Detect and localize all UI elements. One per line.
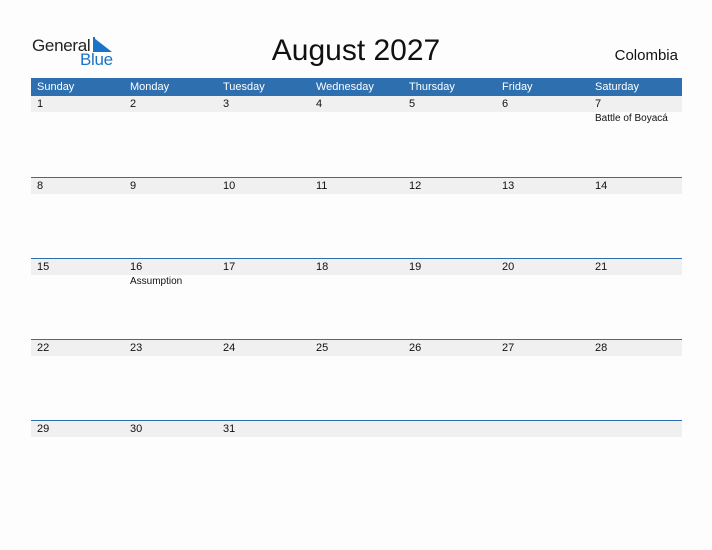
day-number: 21: [595, 261, 608, 273]
holiday-label: [403, 112, 496, 125]
day-number: 22: [37, 342, 50, 354]
day-number: 12: [409, 180, 422, 192]
holiday-label: [496, 112, 589, 125]
day-number: 15: [37, 261, 50, 273]
holiday-label: [31, 112, 124, 125]
day-number: 19: [409, 261, 422, 273]
day-number: [589, 421, 682, 437]
day-number: 10: [223, 180, 236, 192]
day-number: 11: [316, 180, 328, 192]
events-row: Battle of Boyacá: [31, 112, 682, 125]
week-row: 1 2 3 4 5 6 7 Battle of Boyacá: [31, 96, 682, 177]
events-row: Assumption: [31, 275, 682, 288]
day-number: 28: [595, 342, 608, 354]
weekday-tuesday: Tuesday: [223, 81, 265, 93]
weekday-saturday: Saturday: [595, 81, 640, 93]
day-number: 16: [130, 261, 143, 273]
day-number: 1: [37, 98, 44, 110]
day-number: [403, 421, 496, 437]
day-number: [496, 421, 589, 437]
day-number: 9: [130, 180, 137, 192]
weekday-sunday: Sunday: [37, 81, 75, 93]
holiday-label: [217, 112, 310, 125]
day-number: 13: [502, 180, 515, 192]
day-number: 20: [502, 261, 515, 273]
weekday-thursday: Thursday: [409, 81, 455, 93]
date-strip: 8 9 10 11 12 13 14: [31, 178, 682, 194]
day-number: 29: [37, 423, 50, 435]
day-number: 25: [316, 342, 329, 354]
week-row: 8 9 10 11 12 13 14: [31, 177, 682, 258]
date-strip: 1 2 3 4 5 6 7: [31, 96, 682, 112]
day-number: 30: [130, 423, 143, 435]
holiday-label: [310, 275, 403, 288]
day-number: 7: [595, 98, 602, 110]
day-number: [310, 421, 403, 437]
date-strip: 22 23 24 25 26 27 28: [31, 340, 682, 356]
date-strip: 15 16 17 18 19 20 21: [31, 259, 682, 275]
week-row: 29 30 31: [31, 420, 682, 501]
calendar-title: August 2027: [271, 34, 441, 67]
day-number: 24: [223, 342, 236, 354]
holiday-label: [124, 112, 217, 125]
day-number: 23: [130, 342, 143, 354]
day-number: 2: [130, 98, 137, 110]
day-number: 14: [595, 180, 608, 192]
week-row: 15 16 17 18 19 20 21 Assumption: [31, 258, 682, 339]
holiday-label: [217, 275, 310, 288]
holiday-label: Assumption: [130, 276, 183, 287]
holiday-label: [31, 275, 124, 288]
country-label: Colombia: [614, 47, 678, 64]
day-number: 17: [223, 261, 236, 273]
day-number: 31: [223, 423, 236, 435]
week-row: 22 23 24 25 26 27 28: [31, 339, 682, 420]
day-number: 27: [502, 342, 515, 354]
calendar-grid: Sunday Monday Tuesday Wednesday Thursday…: [31, 78, 682, 501]
day-number: 18: [316, 261, 329, 273]
weekday-header: Sunday Monday Tuesday Wednesday Thursday…: [31, 78, 682, 96]
date-strip: 29 30 31: [31, 421, 682, 437]
weekday-friday: Friday: [502, 81, 533, 93]
day-number: 8: [37, 180, 44, 192]
day-number: 6: [502, 98, 509, 110]
day-number: 3: [223, 98, 230, 110]
day-number: 5: [409, 98, 416, 110]
holiday-label: Battle of Boyacá: [595, 113, 668, 124]
holiday-label: [496, 275, 589, 288]
holiday-label: [589, 275, 682, 288]
weekday-monday: Monday: [130, 81, 170, 93]
day-number: 26: [409, 342, 422, 354]
day-number: 4: [316, 98, 323, 110]
holiday-label: [310, 112, 403, 125]
weekday-wednesday: Wednesday: [316, 81, 374, 93]
holiday-label: [403, 275, 496, 288]
